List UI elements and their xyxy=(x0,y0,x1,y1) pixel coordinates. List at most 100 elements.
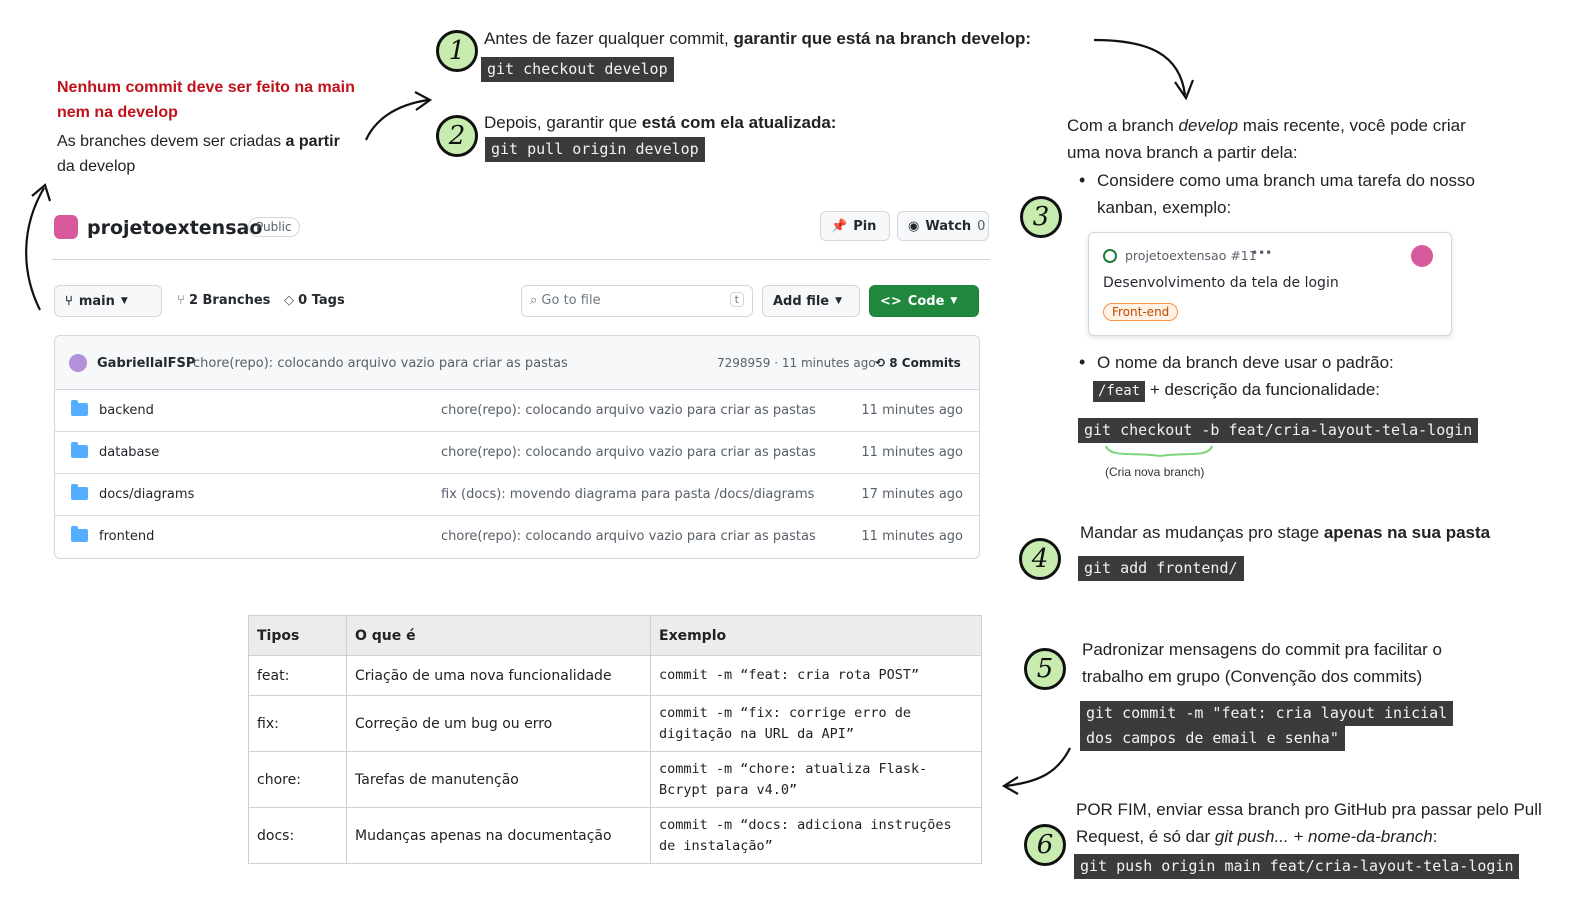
col-o-que-e: O que é xyxy=(346,615,651,656)
file-commit-message[interactable]: chore(repo): colocando arquivo vazio par… xyxy=(441,529,816,544)
history-icon: ⟲ xyxy=(875,356,886,370)
add-file-button[interactable]: Add file ▼ xyxy=(762,285,860,317)
file-time: 11 minutes ago xyxy=(861,445,963,460)
description-cell: Criação de uma nova funcionalidade xyxy=(346,655,651,696)
watch-button[interactable]: ◉ Watch 0 xyxy=(897,211,989,241)
step6-code: git push origin main feat/cria-layout-te… xyxy=(1074,854,1520,879)
step2-text: Depois, garantir que está com ela atuali… xyxy=(484,113,837,132)
code-icon: <> xyxy=(880,293,902,309)
file-name[interactable]: docs/diagrams xyxy=(99,487,194,502)
col-tipos: Tipos xyxy=(248,615,347,656)
types-table-header: Tipos O que é Exemplo xyxy=(248,615,982,656)
last-commit-bar: GabriellalFSP chore(repo): colocando arq… xyxy=(55,336,979,390)
step6-text: POR FIM, enviar essa branch pro GitHub p… xyxy=(1076,800,1542,846)
tags-link[interactable]: ◇ 0 Tags xyxy=(284,293,345,308)
kanban-label: Front-end xyxy=(1103,303,1179,321)
branch-selector[interactable]: ⑂ main ▼ xyxy=(54,285,162,317)
arrow-step1-to-step3 xyxy=(1093,38,1187,96)
commits-link[interactable]: ⟲ 8 Commits xyxy=(875,356,961,370)
step6-number-icon: 6 xyxy=(1024,824,1066,866)
header-divider xyxy=(52,259,990,260)
step2-number-icon: 2 xyxy=(436,115,478,157)
pin-button[interactable]: 📌 Pin xyxy=(820,211,890,241)
table-row: fix: Correção de um bug ou erro commit -m … xyxy=(248,695,982,752)
eye-icon: ◉ xyxy=(908,218,920,234)
commit-author[interactable]: GabriellalFSP xyxy=(97,356,195,371)
branches-link[interactable]: ⑂ 2 Branches xyxy=(177,293,270,308)
warning-body: As branches devem ser criadas a partir d… xyxy=(57,133,340,175)
arrow-step5-to-table xyxy=(1004,747,1071,788)
file-time: 11 minutes ago xyxy=(861,403,963,418)
warning-block: Nenhum commit deve ser feito na main nem… xyxy=(57,75,377,179)
code-button[interactable]: <> Code ▼ xyxy=(869,285,979,317)
table-row[interactable]: backend chore(repo): colocando arquivo va… xyxy=(55,390,979,432)
description-cell: Correção de um bug ou erro xyxy=(346,695,651,752)
chevron-down-icon: ▼ xyxy=(120,296,128,306)
example-cell: commit -m “docs: adiciona instruções de … xyxy=(650,807,982,864)
file-name[interactable]: backend xyxy=(99,403,154,418)
file-name[interactable]: frontend xyxy=(99,529,154,544)
type-cell: feat: xyxy=(248,655,347,696)
table-row: chore: Tarefas de manutenção commit -m “ch… xyxy=(248,751,982,808)
kanban-repo-ref[interactable]: projetoextensao #11 xyxy=(1125,248,1257,263)
file-time: 11 minutes ago xyxy=(861,529,963,544)
brace-under-command xyxy=(1105,445,1213,458)
table-row[interactable]: frontend chore(repo): colocando arquivo v… xyxy=(55,516,979,558)
author-avatar xyxy=(69,354,87,372)
commit-hash-time[interactable]: 7298959 · 11 minutes ago xyxy=(717,356,876,370)
branch-icon: ⑂ xyxy=(65,293,73,309)
step5-number-icon: 5 xyxy=(1024,648,1066,690)
shortcut-key: t xyxy=(729,292,744,307)
type-cell: chore: xyxy=(248,751,347,808)
go-to-file-input[interactable]: ⌕ Go to file t xyxy=(521,285,753,317)
step1-code: git checkout develop xyxy=(481,57,674,82)
description-cell: Tarefas de manutenção xyxy=(346,751,651,808)
type-cell: fix: xyxy=(248,695,347,752)
step1-number-icon: 1 xyxy=(436,30,478,72)
example-cell: commit -m “fix: corrige erro de digitaçã… xyxy=(650,695,982,752)
file-commit-message[interactable]: chore(repo): colocando arquivo vazio par… xyxy=(441,445,816,460)
commit-message[interactable]: chore(repo): colocando arquivo vazio par… xyxy=(193,356,568,371)
step4-code: git add frontend/ xyxy=(1078,556,1244,581)
tag-icon: ◇ xyxy=(284,293,294,308)
step5-code: git commit -m "feat: cria layout inicial… xyxy=(1080,701,1454,751)
file-commit-message[interactable]: chore(repo): colocando arquivo vazio par… xyxy=(441,403,816,418)
type-cell: docs: xyxy=(248,807,347,864)
kanban-card[interactable]: projetoextensao #11 ••• Desenvolvimento … xyxy=(1088,232,1452,336)
warning-line1: Nenhum commit deve ser feito na main xyxy=(57,79,355,96)
pin-icon: 📌 xyxy=(831,218,848,234)
table-row: feat: Criação de uma nova funcionalidade c… xyxy=(248,655,982,696)
folder-icon xyxy=(71,400,88,416)
description-cell: Mudanças apenas na documentação xyxy=(346,807,651,864)
file-name[interactable]: database xyxy=(99,445,159,460)
chevron-down-icon: ▼ xyxy=(835,296,843,306)
step4-text: Mandar as mudanças pro stage apenas na s… xyxy=(1080,523,1491,542)
example-cell: commit -m “chore: atualiza Flask-Bcrypt … xyxy=(650,751,982,808)
folder-icon xyxy=(71,526,88,542)
step3-bullet1: Considere como uma branch uma tarefa do … xyxy=(1075,167,1485,221)
table-row: docs: Mudanças apenas na documentação comm… xyxy=(248,807,982,864)
repo-avatar-icon xyxy=(54,215,78,239)
kanban-title[interactable]: Desenvolvimento da tela de login xyxy=(1103,275,1339,291)
step3-code: git checkout -b feat/cria-layout-tela-lo… xyxy=(1078,418,1479,443)
feat-prefix-code: /feat xyxy=(1093,381,1146,402)
step3-bullets: Considere como uma branch uma tarefa do … xyxy=(1075,167,1485,221)
repo-name[interactable]: projetoextensao xyxy=(87,217,262,239)
file-commit-message[interactable]: fix (docs): movendo diagrama para pasta … xyxy=(441,487,814,502)
step4-number-icon: 4 xyxy=(1019,538,1061,580)
step3-intro: Com a branch develop mais recente, você … xyxy=(1067,116,1466,162)
step1-text: Antes de fazer qualquer commit, garantir… xyxy=(484,29,1032,48)
file-table: GabriellalFSP chore(repo): colocando arq… xyxy=(54,335,980,559)
table-row[interactable]: docs/diagrams fix (docs): movendo diagram… xyxy=(55,474,979,516)
file-time: 17 minutes ago xyxy=(861,487,963,502)
table-row[interactable]: database chore(repo): colocando arquivo v… xyxy=(55,432,979,474)
folder-icon xyxy=(71,442,88,458)
col-exemplo: Exemplo xyxy=(650,615,982,656)
step5-text: Padronizar mensagens do commit pra facil… xyxy=(1082,640,1442,686)
kanban-menu-icon[interactable]: ••• xyxy=(1251,246,1272,260)
step3-bullet2: O nome da branch deve usar o padrão: /fe… xyxy=(1075,349,1505,403)
example-cell: commit -m “feat: cria rota POST” xyxy=(650,655,982,696)
issue-open-icon xyxy=(1103,249,1117,263)
step2-code: git pull origin develop xyxy=(485,137,705,162)
folder-icon xyxy=(71,484,88,500)
